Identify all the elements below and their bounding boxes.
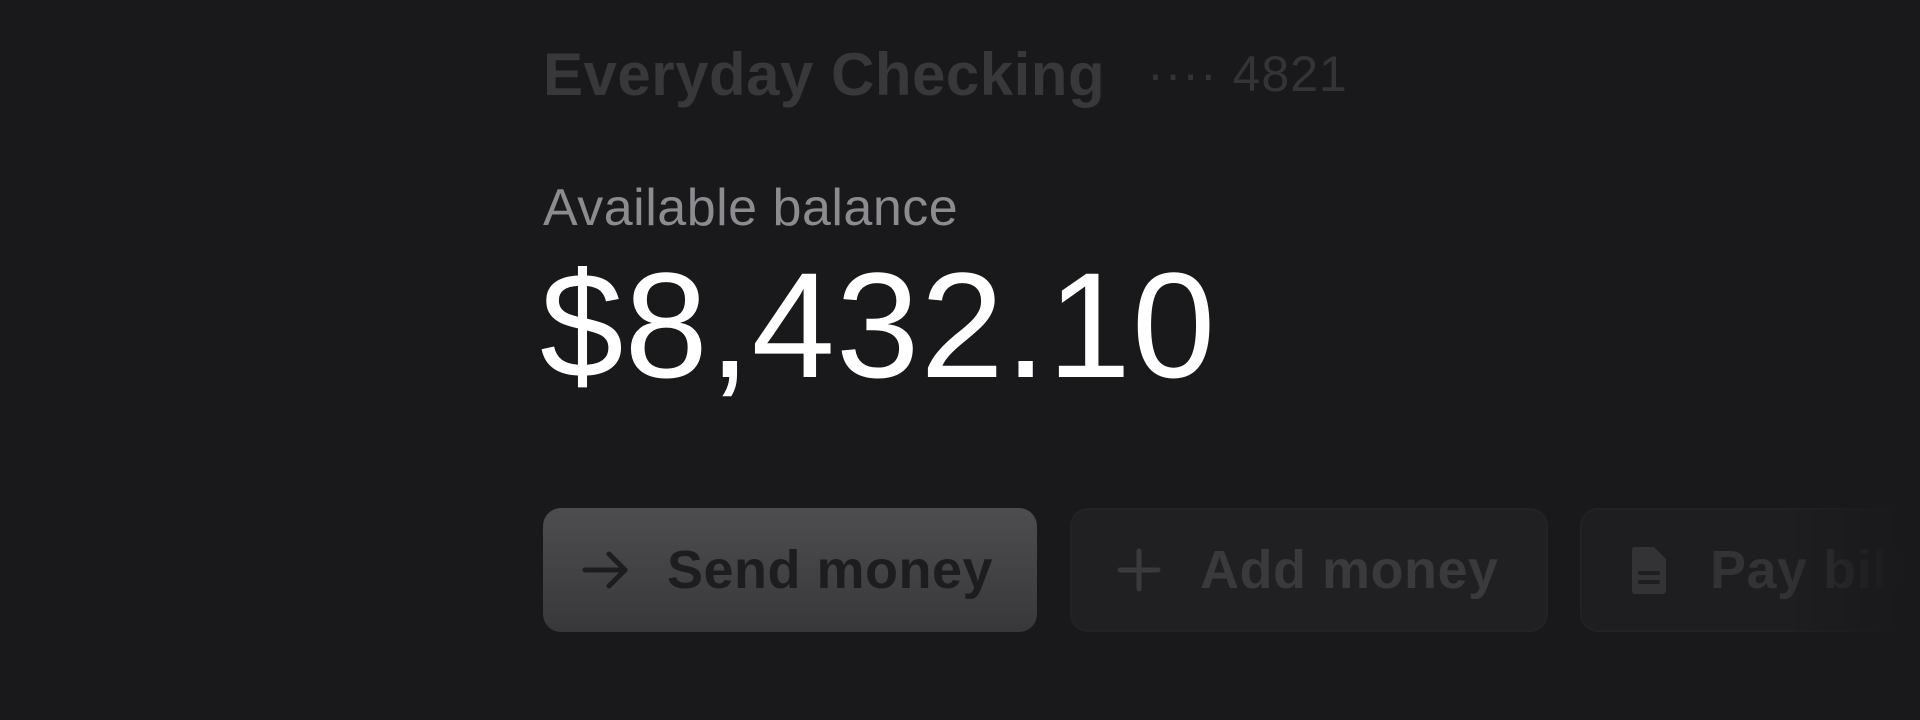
pay-bills-label: Pay bills <box>1710 540 1920 600</box>
document-icon <box>1622 543 1676 597</box>
add-money-button[interactable]: Add money <box>1070 508 1548 632</box>
add-money-label: Add money <box>1200 540 1499 600</box>
send-money-label: Send money <box>667 540 994 600</box>
arrow-right-icon <box>579 543 633 597</box>
account-name: Everyday Checking <box>543 40 1106 108</box>
balance-label: Available balance <box>543 179 959 237</box>
account-masked-number: ···· 4821 <box>1147 46 1348 102</box>
balance-amount: $8,432.10 <box>540 241 1217 409</box>
plus-icon <box>1112 543 1166 597</box>
pay-bills-button[interactable]: Pay bills <box>1580 508 1920 632</box>
send-money-button[interactable]: Send money <box>543 508 1037 632</box>
account-header: Everyday Checking ···· 4821 <box>543 36 1348 112</box>
account-overview-screen: Everyday Checking ···· 4821 Available ba… <box>0 0 1920 720</box>
